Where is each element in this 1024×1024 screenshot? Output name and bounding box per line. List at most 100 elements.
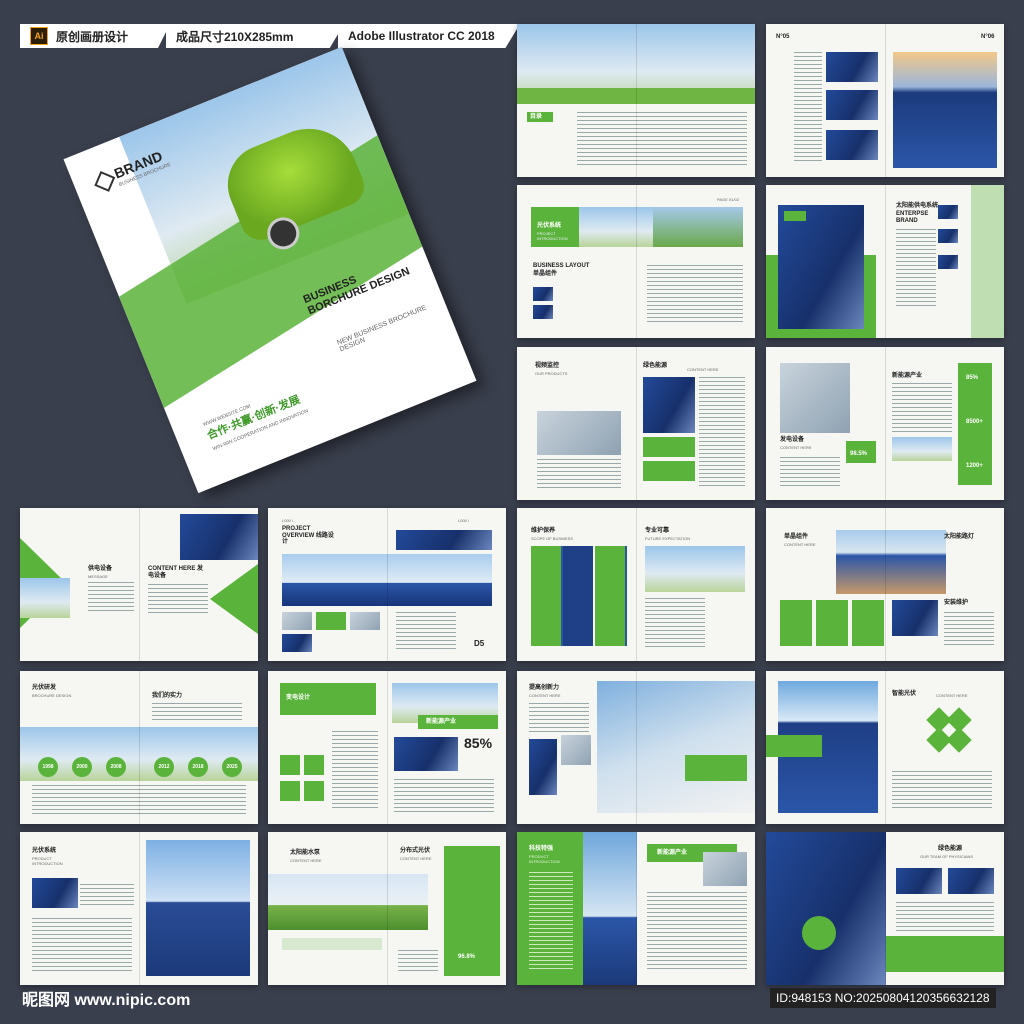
text-lines (780, 457, 840, 487)
year-3: 2008 (110, 764, 122, 770)
text-lines (896, 229, 936, 309)
year-1: 1998 (42, 764, 54, 770)
spread-13-sub: CONTENT HERE (529, 693, 561, 698)
text-lines (80, 884, 134, 908)
year-2: 2000 (76, 764, 88, 770)
solar-photo (892, 600, 938, 636)
hand-plant-photo (653, 207, 743, 247)
spread-9-title: 维护保养 (531, 528, 556, 534)
spread-10-right: 太阳能路灯 (944, 534, 975, 540)
ev-charger-photo (597, 681, 755, 813)
cover-subtitle: NEW BUSINESS BROCHURE DESIGN (336, 304, 428, 354)
spread-9-right: 专业可靠 (645, 528, 670, 534)
green-label (784, 211, 806, 221)
spread-3: 光伏系统 PROJECT INTRODUCTION BUSINESS LAYOU… (517, 185, 755, 338)
tag-size: 成品尺寸210X285mm (166, 24, 344, 48)
spread-9: 维护保养 SCOPE OF BUSINESS 专业可靠 FUTURE EXPEC… (517, 508, 755, 661)
text-lines (529, 703, 589, 733)
city-photo (268, 874, 428, 930)
diamond-tile (946, 727, 972, 753)
spread-3-sub: PROJECT INTRODUCTION (537, 231, 568, 241)
solar-desert-photo (836, 530, 946, 594)
spread-16-right-sub: CONTENT HERE (400, 856, 432, 861)
solar-thumb (948, 868, 994, 894)
green-card (780, 600, 812, 646)
spread-3-title: 光伏系统 (537, 223, 562, 229)
stat-2: 98.5% (850, 451, 868, 457)
spread-11-sub: BROCHURE DESIGN (32, 693, 72, 698)
brand-logo-icon (94, 170, 116, 192)
text-lines (892, 771, 992, 811)
spread-15-title: 光伏系统 (32, 848, 57, 854)
spread-9-sub: SCOPE OF BUSINESS (531, 536, 574, 541)
spread-15: 光伏系统 PRODUCT INTRODUCTION (20, 832, 258, 985)
spread-17-title: 科技特强 (529, 846, 554, 852)
spread-6-title2: 发电设备 (780, 437, 805, 443)
spread-5-title: 视频监控 (535, 363, 560, 369)
grass-strip (517, 88, 755, 104)
spread-7-title: 供电设备 (88, 566, 113, 572)
text-lines (647, 265, 743, 325)
spread-12-title: 变电设计 (286, 695, 311, 701)
page-num-right: N°06 (981, 34, 995, 40)
icon-tile (280, 755, 300, 775)
spread-5-right-sub: CONTENT HERE (687, 367, 719, 372)
spread-10-right2: 安装维护 (944, 600, 969, 606)
spread-16: 太阳能水泵 CONTENT HERE 分布式光伏 CONTENT HERE 96… (268, 832, 506, 985)
icon-tile (304, 781, 324, 801)
text-lines (32, 918, 132, 974)
ev-charger-photo (780, 363, 850, 433)
text-lines (152, 703, 242, 723)
green-circle-badge (802, 916, 836, 950)
text-lines (529, 872, 573, 972)
worker-solar-photo (146, 840, 250, 976)
spread-10-title: 单晶组件 (784, 534, 809, 540)
solar-panel-photo (778, 205, 864, 329)
nipic-logo: 昵图网 www.nipic.com (22, 992, 191, 1009)
stat-4: 1200+ (966, 463, 983, 469)
text-lines (394, 779, 494, 815)
spread-6: 新能源产业 85% 8500+ 1200+ 发电设备 CONTENT HERE … (766, 347, 1004, 500)
solar-thumb (938, 255, 958, 269)
spread-3-layout: BUSINESS LAYOUT (533, 263, 590, 269)
spread-16-sub: CONTENT HERE (290, 858, 322, 863)
spread-4: 太阳能供电系统 ENTERPSE BRAND (766, 185, 1004, 338)
text-lines (398, 950, 438, 974)
page-code: D5 (474, 639, 485, 648)
green-footer-band (886, 936, 1004, 972)
solar-photo (394, 737, 458, 771)
spread-2: N°05 N°06 (766, 24, 1004, 177)
thumb (350, 612, 380, 630)
spread-12-stat: 85% (464, 735, 493, 751)
triangle-pattern (210, 564, 258, 634)
solar-farm-photo (893, 52, 997, 168)
spread-5: 视频监控 OUR PRODUCTS 绿色能源 CONTENT HERE (517, 347, 755, 500)
stat-1: 85% (966, 375, 979, 381)
year-4: 2012 (158, 764, 170, 770)
spread-3-page: PAGE 01/02 (717, 197, 739, 202)
thumb (282, 612, 312, 630)
house-photo (703, 852, 747, 886)
text-lines (148, 584, 208, 614)
thumb (316, 612, 346, 630)
tag-size-text: 成品尺寸210X285mm (176, 29, 294, 44)
text-lines (32, 785, 246, 815)
tag-title: Ai 原创画册设计 (20, 24, 170, 48)
icon-grid (561, 735, 591, 765)
year-5: 2018 (192, 764, 204, 770)
solar-photo (180, 514, 258, 560)
text-lines (332, 731, 378, 811)
solar-photo-3 (826, 130, 878, 160)
spread-7-sub: MESSAGE (88, 574, 108, 579)
tile-grid (531, 546, 627, 646)
engineer-photo (583, 832, 637, 985)
spread-11-right: 我们的实力 (152, 693, 183, 699)
spread-17-sub: PRODUCT INTRODUCTION (529, 854, 560, 864)
text-lines (699, 377, 745, 487)
spread-16-title: 太阳能水泵 (290, 850, 321, 856)
text-lines (944, 612, 994, 646)
spread-6-sub2: CONTENT HERE (780, 445, 812, 450)
year-6: 2025 (226, 764, 238, 770)
spread-9-right-sub: FUTURE EXPECTATION (645, 536, 690, 541)
cover-brochure: BRAND BUSINESS BROCHURE BUSINESS BORCHUR… (63, 46, 477, 494)
